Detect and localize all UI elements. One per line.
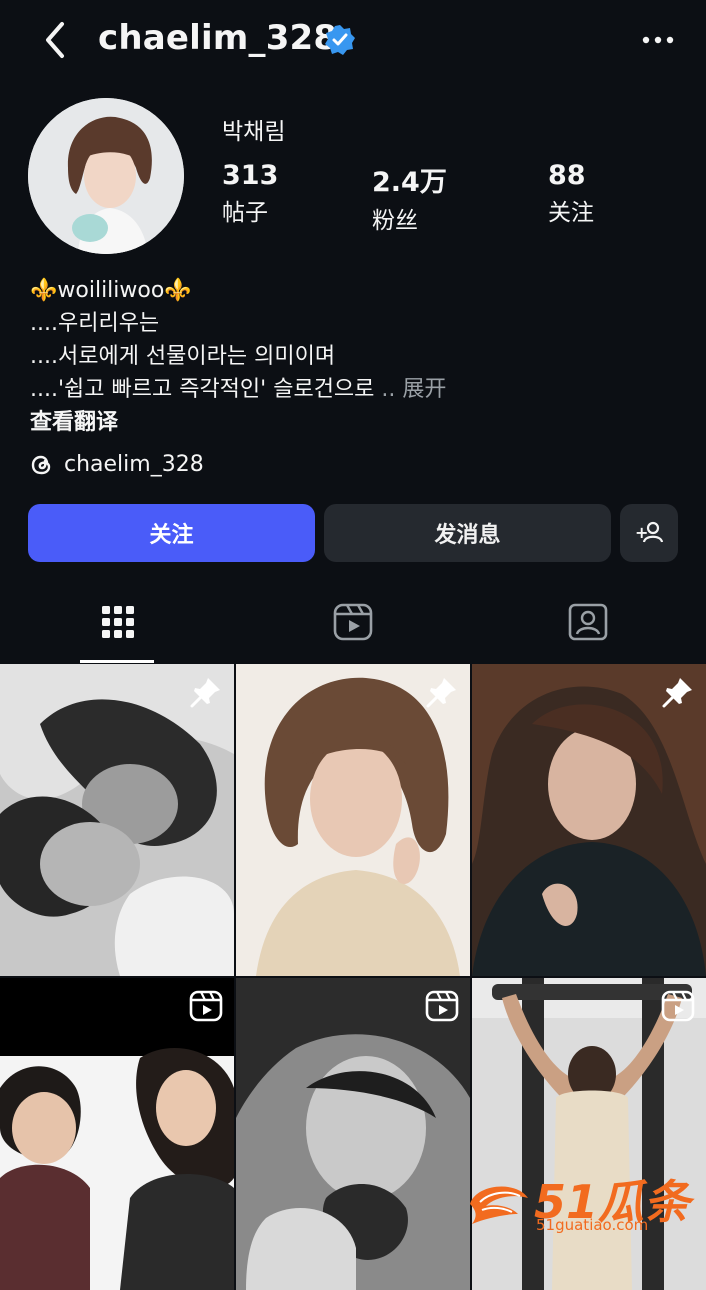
post-thumbnail[interactable] xyxy=(0,978,234,1290)
stat-followers-value: 2.4万 xyxy=(372,167,447,198)
back-chevron-icon[interactable] xyxy=(36,18,76,62)
profile-username: chaelim_328 xyxy=(98,18,338,58)
grid-icon[interactable] xyxy=(96,600,140,644)
bio-line-text: ....'쉽고 빠르고 즉각적인' 슬로건으로 xyxy=(30,377,375,402)
post-thumbnail[interactable] xyxy=(236,664,470,976)
add-person-icon: + xyxy=(635,521,664,543)
stat-following[interactable]: 88 关注 xyxy=(548,160,594,227)
bio-line: ⚜️woililiwoo⚜️ xyxy=(30,278,192,303)
pinned-icon xyxy=(190,678,220,708)
watermark-emblem xyxy=(470,1186,528,1224)
post-photo xyxy=(0,978,234,1290)
profile-display-name: 박채림 xyxy=(222,119,286,145)
stat-posts[interactable]: 313 帖子 xyxy=(222,160,278,227)
post-photo xyxy=(0,664,234,976)
follow-button[interactable]: 关注 xyxy=(28,504,315,562)
post-thumbnail[interactable] xyxy=(236,978,470,1290)
post-photo xyxy=(236,978,470,1290)
pinned-icon xyxy=(662,678,692,708)
suggest-people-button[interactable]: + xyxy=(620,504,678,562)
post-thumbnail[interactable] xyxy=(472,664,706,976)
post-thumbnail[interactable] xyxy=(472,978,706,1290)
bio-expand-link[interactable]: 展开 xyxy=(402,377,446,402)
pinned-icon xyxy=(426,678,456,708)
watermark-logo: 51瓜条 51guatiao.com xyxy=(466,1168,696,1238)
post-photo xyxy=(236,664,470,976)
reel-badge-icon xyxy=(189,990,223,1022)
stat-following-value: 88 xyxy=(548,160,586,191)
reels-icon[interactable] xyxy=(331,600,375,644)
stat-posts-value: 313 xyxy=(222,160,279,191)
message-button[interactable]: 发消息 xyxy=(324,504,611,562)
top-bar: chaelim_328 xyxy=(0,0,706,84)
profile-avatar[interactable] xyxy=(28,98,184,254)
post-thumbnail[interactable] xyxy=(0,664,234,976)
verified-badge-icon xyxy=(325,25,355,55)
post-photo xyxy=(472,664,706,976)
threads-icon xyxy=(31,455,51,474)
profile-bio: ⚜️woililiwoo⚜️ ....우리리우는 ....서로에게 선물이라는 … xyxy=(30,274,446,406)
bio-line: ....우리리우는 xyxy=(30,311,160,336)
stat-following-label: 关注 xyxy=(548,200,594,226)
more-dots-icon[interactable] xyxy=(638,22,678,58)
threads-link[interactable]: chaelim_328 xyxy=(30,452,204,477)
threads-handle: chaelim_328 xyxy=(64,452,204,477)
active-tab-indicator xyxy=(80,660,154,663)
see-translation-link[interactable]: 查看翻译 xyxy=(30,404,118,436)
stat-followers-label: 粉丝 xyxy=(372,208,418,234)
reel-badge-icon xyxy=(661,990,695,1022)
stat-posts-label: 帖子 xyxy=(222,200,268,226)
tagged-icon[interactable] xyxy=(566,600,610,644)
stat-followers[interactable]: 2.4万 粉丝 xyxy=(372,160,447,235)
watermark-domain: 51guatiao.com xyxy=(536,1216,649,1234)
profile-tabs xyxy=(0,590,706,662)
bio-ellipsis: .. xyxy=(374,377,396,402)
bio-line: ....서로에게 선물이라는 의미이며 xyxy=(30,344,336,369)
reel-badge-icon xyxy=(425,990,459,1022)
post-photo xyxy=(472,978,706,1290)
bio-line-last: ....'쉽고 빠르고 즉각적인' 슬로건으로 .. 展开 xyxy=(30,373,446,406)
